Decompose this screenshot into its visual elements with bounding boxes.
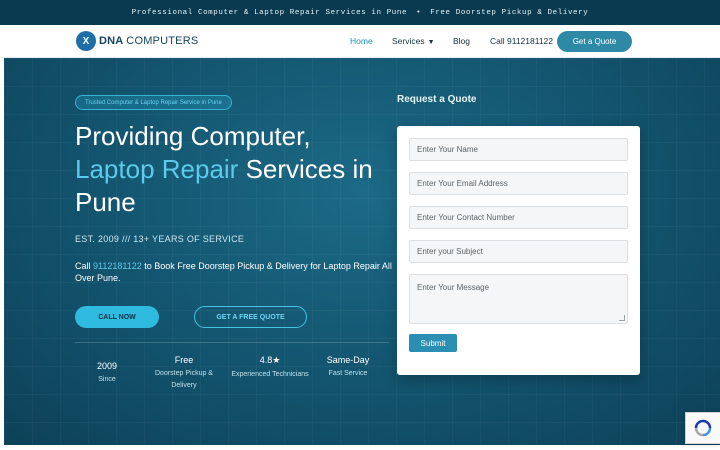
stat-label: Experienced Technicians: [231, 371, 309, 378]
hero-title: Providing Computer, Laptop Repair Servic…: [75, 120, 395, 219]
request-quote-title: Request a Quote: [397, 94, 477, 105]
stat-same-day: Same-Day Fast Service: [308, 355, 388, 380]
nav-blog[interactable]: Blog: [453, 36, 470, 46]
announcement-right: Free Doorstep Pickup & Delivery: [430, 8, 589, 17]
nav-services[interactable]: Services ▼: [392, 36, 435, 46]
hero-title-line3: Pune: [75, 187, 136, 217]
nav-home[interactable]: Home: [350, 36, 373, 46]
get-free-quote-button[interactable]: GET A FREE QUOTE: [194, 306, 307, 328]
message-placeholder: Enter Your Message: [417, 283, 490, 292]
nav-call[interactable]: Call 9112181122: [490, 36, 553, 46]
nav-services-label: Services: [392, 36, 425, 46]
stat-since: 2009 Since: [67, 355, 147, 386]
recaptcha-icon: [694, 419, 712, 437]
announcement-bar: Professional Computer & Laptop Repair Se…: [0, 0, 720, 25]
stat-rating: 4.8★ Experienced Technicians: [230, 355, 310, 381]
stat-value: 4.8★: [259, 355, 281, 365]
stat-free: Free Doorstep Pickup & Delivery: [144, 355, 224, 392]
announcement-left: Professional Computer & Laptop Repair Se…: [131, 8, 408, 17]
stats-divider: [75, 342, 389, 343]
stat-value: Same-Day: [326, 355, 370, 365]
call-prefix: Call: [75, 261, 94, 271]
call-to-book-text: Call 9112181122 to Book Free Doorstep Pi…: [75, 260, 395, 284]
call-now-button[interactable]: CALL NOW: [75, 306, 159, 328]
trust-badge: Trusted Computer & Laptop Repair Service…: [75, 95, 232, 110]
stat-label: Since: [98, 376, 116, 383]
hero-title-highlight: Laptop Repair: [75, 154, 239, 184]
contact-number-input[interactable]: Enter Your Contact Number: [409, 206, 628, 229]
announcement-separator: •: [416, 8, 422, 17]
chevron-down-icon: ▼: [427, 39, 435, 46]
name-input[interactable]: Enter Your Name: [409, 138, 628, 161]
hero-title-rest: Services in: [238, 154, 373, 184]
stat-value: Free: [174, 355, 194, 365]
hero-title-line1: Providing Computer,: [75, 121, 311, 151]
message-textarea[interactable]: Enter Your Message: [409, 274, 628, 324]
email-input[interactable]: Enter Your Email Address: [409, 172, 628, 195]
call-phone-link[interactable]: 9112181122: [93, 261, 142, 271]
main-navigation: X DNA COMPUTERS Home Services ▼ Blog Call…: [0, 25, 720, 58]
quote-form: Enter Your Name Enter Your Email Address…: [397, 126, 640, 375]
submit-button[interactable]: Submit: [409, 334, 457, 352]
stat-value: 2009: [96, 361, 118, 371]
hero-section: Trusted Computer & Laptop Repair Service…: [4, 58, 720, 445]
recaptcha-badge[interactable]: [685, 412, 720, 444]
subject-input[interactable]: Enter your Subject: [409, 240, 628, 263]
get-quote-button[interactable]: Get a Quote: [557, 31, 632, 52]
stat-label: Fast Service: [328, 370, 368, 377]
stat-label: Doorstep Pickup & Delivery: [155, 370, 213, 389]
resize-handle-icon[interactable]: [619, 315, 625, 321]
established-text: EST. 2009 /// 13+ YEARS OF SERVICE: [75, 234, 245, 244]
